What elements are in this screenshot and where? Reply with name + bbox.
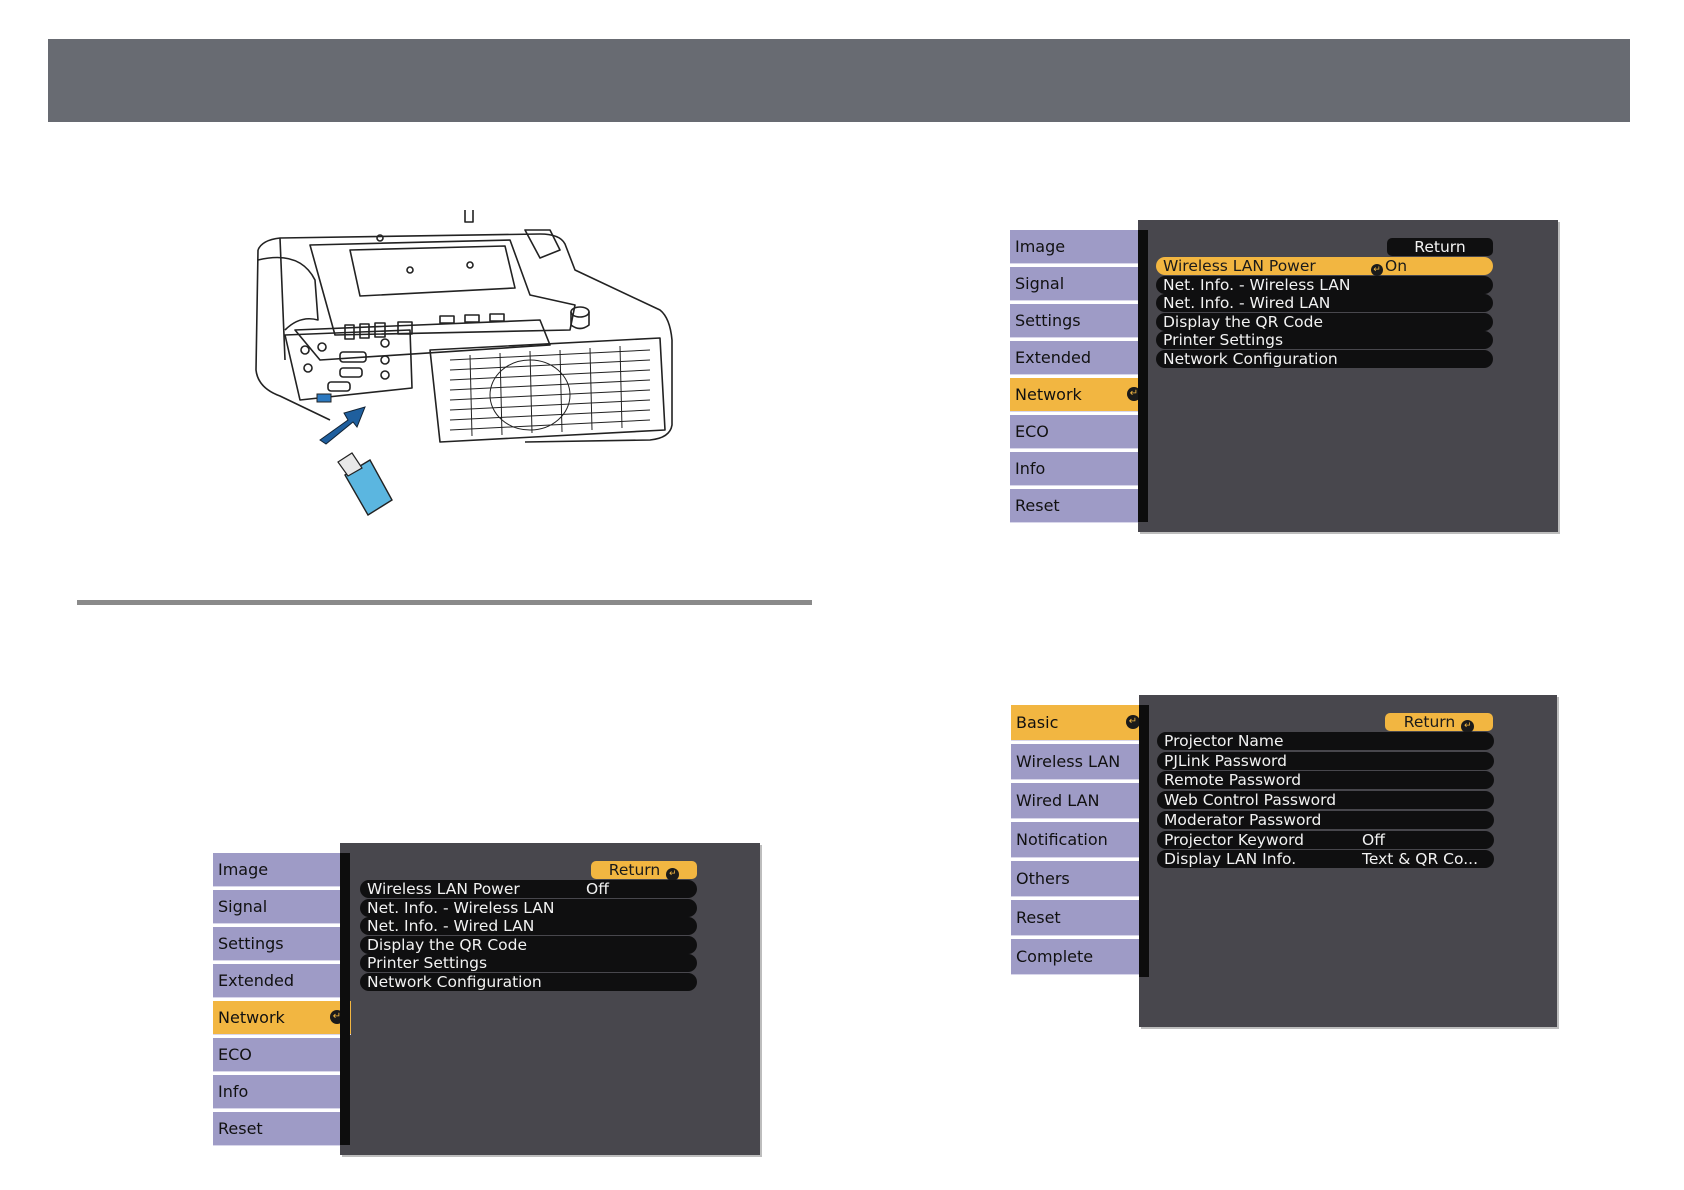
return-label: Return bbox=[1414, 238, 1466, 256]
row-value: ↵ On bbox=[1371, 257, 1407, 276]
tab-network-label: Network bbox=[1015, 385, 1082, 404]
row-label: Remote Password bbox=[1164, 771, 1302, 790]
tab-settings[interactable]: Settings bbox=[213, 927, 340, 961]
row-label: Net. Info. - Wired LAN bbox=[1163, 294, 1331, 312]
tab-signal[interactable]: Signal bbox=[213, 890, 340, 924]
menu-row-printer-settings[interactable]: Printer Settings bbox=[1156, 331, 1493, 349]
tab-network[interactable]: Network ↵ bbox=[1010, 378, 1148, 412]
tab-reset[interactable]: Reset bbox=[1011, 900, 1139, 936]
row-label: Network Configuration bbox=[367, 972, 542, 991]
tab-divider bbox=[1138, 230, 1148, 522]
tab-wired-lan[interactable]: Wired LAN bbox=[1011, 783, 1139, 819]
return-label: Return bbox=[608, 861, 661, 879]
menu-row-wireless-lan-power[interactable]: Wireless LAN Power ↵ On bbox=[1156, 257, 1493, 276]
osd-menu-network-wireless-off: Image Signal Settings Extended Network ↵ … bbox=[213, 843, 763, 1158]
menu-row-net-info-wired[interactable]: Net. Info. - Wired LAN bbox=[1156, 294, 1493, 312]
tab-divider bbox=[1139, 705, 1149, 977]
page-header-bar bbox=[48, 39, 1630, 122]
tab-divider bbox=[340, 853, 350, 1145]
row-value: Off bbox=[586, 880, 609, 898]
row-label: Display LAN Info. bbox=[1164, 850, 1297, 869]
tab-notification[interactable]: Notification bbox=[1011, 822, 1139, 858]
menu-row-moderator-password[interactable]: Moderator Password bbox=[1157, 810, 1494, 829]
menu-row-network-configuration[interactable]: Network Configuration bbox=[1156, 349, 1493, 368]
tab-others[interactable]: Others bbox=[1011, 861, 1139, 897]
row-label: Printer Settings bbox=[1163, 331, 1284, 349]
menu-row-display-lan-info[interactable]: Display LAN Info. Text & QR Co... bbox=[1157, 850, 1494, 869]
osd-menu-network-configuration: Basic ↵ Wireless LAN Wired LAN Notificati… bbox=[1011, 695, 1561, 1035]
tab-network-label: Network bbox=[218, 1008, 285, 1027]
row-label: Display the QR Code bbox=[367, 935, 528, 954]
menu-row-remote-password[interactable]: Remote Password bbox=[1157, 771, 1494, 790]
row-label: Projector Keyword bbox=[1164, 830, 1305, 849]
menu-row-printer-settings[interactable]: Printer Settings bbox=[360, 954, 697, 972]
menu-row-web-control-password[interactable]: Web Control Password bbox=[1157, 791, 1494, 810]
tab-reset[interactable]: Reset bbox=[1010, 489, 1138, 523]
row-label: Display the QR Code bbox=[1163, 312, 1324, 331]
osd-menu-network-wireless-on: Image Signal Settings Extended Network ↵ … bbox=[1010, 220, 1560, 535]
tab-complete[interactable]: Complete bbox=[1011, 939, 1139, 975]
tab-extended[interactable]: Extended bbox=[213, 964, 340, 998]
row-label: Wireless LAN Power bbox=[367, 880, 520, 898]
tab-eco[interactable]: ECO bbox=[213, 1038, 340, 1072]
row-label: Wireless LAN Power bbox=[1163, 257, 1316, 275]
row-label: Net. Info. - Wired LAN bbox=[367, 917, 535, 935]
row-label: Web Control Password bbox=[1164, 791, 1337, 810]
row-value-text: On bbox=[1385, 257, 1408, 275]
tab-basic-label: Basic bbox=[1016, 713, 1059, 732]
row-label: Moderator Password bbox=[1164, 810, 1322, 829]
row-label: Projector Name bbox=[1164, 732, 1284, 750]
row-label: Printer Settings bbox=[367, 954, 488, 972]
tab-image[interactable]: Image bbox=[1010, 230, 1138, 264]
return-button[interactable]: Return ↵ bbox=[591, 861, 697, 881]
menu-row-network-configuration[interactable]: Network Configuration bbox=[360, 972, 697, 991]
section-divider bbox=[77, 600, 812, 605]
menu-row-projector-name[interactable]: Projector Name bbox=[1157, 732, 1494, 750]
tab-eco[interactable]: ECO bbox=[1010, 415, 1138, 449]
enter-icon: ↵ bbox=[1126, 715, 1140, 729]
tab-wireless-lan[interactable]: Wireless LAN bbox=[1011, 744, 1139, 780]
menu-row-net-info-wireless[interactable]: Net. Info. - Wireless LAN bbox=[360, 898, 697, 917]
tab-reset[interactable]: Reset bbox=[213, 1112, 340, 1146]
menu-row-display-qr[interactable]: Display the QR Code bbox=[1156, 312, 1493, 331]
return-button[interactable]: Return bbox=[1387, 238, 1493, 256]
row-label: PJLink Password bbox=[1164, 751, 1287, 770]
menu-row-wireless-lan-power[interactable]: Wireless LAN Power Off bbox=[360, 880, 697, 898]
tab-info[interactable]: Info bbox=[1010, 452, 1138, 486]
row-label: Network Configuration bbox=[1163, 349, 1338, 368]
tab-basic[interactable]: Basic ↵ bbox=[1011, 705, 1147, 741]
menu-row-pjlink-password[interactable]: PJLink Password bbox=[1157, 751, 1494, 770]
tab-image[interactable]: Image bbox=[213, 853, 340, 887]
row-value: Off bbox=[1362, 830, 1385, 849]
menu-row-display-qr[interactable]: Display the QR Code bbox=[360, 935, 697, 954]
tab-extended[interactable]: Extended bbox=[1010, 341, 1138, 375]
menu-row-net-info-wireless[interactable]: Net. Info. - Wireless LAN bbox=[1156, 275, 1493, 294]
tab-network[interactable]: Network ↵ bbox=[213, 1001, 351, 1035]
row-value: Text & QR Co... bbox=[1362, 850, 1479, 869]
enter-icon: ↵ bbox=[1371, 264, 1383, 276]
row-label: Net. Info. - Wireless LAN bbox=[367, 898, 555, 917]
menu-row-projector-keyword[interactable]: Projector Keyword Off bbox=[1157, 830, 1494, 849]
tab-settings[interactable]: Settings bbox=[1010, 304, 1138, 338]
menu-row-net-info-wired[interactable]: Net. Info. - Wired LAN bbox=[360, 917, 697, 935]
projector-usb-illustration bbox=[255, 210, 673, 516]
tab-info[interactable]: Info bbox=[213, 1075, 340, 1109]
return-label: Return bbox=[1403, 713, 1456, 731]
tab-signal[interactable]: Signal bbox=[1010, 267, 1138, 301]
row-label: Net. Info. - Wireless LAN bbox=[1163, 275, 1351, 294]
return-button[interactable]: Return ↵ bbox=[1385, 713, 1493, 733]
